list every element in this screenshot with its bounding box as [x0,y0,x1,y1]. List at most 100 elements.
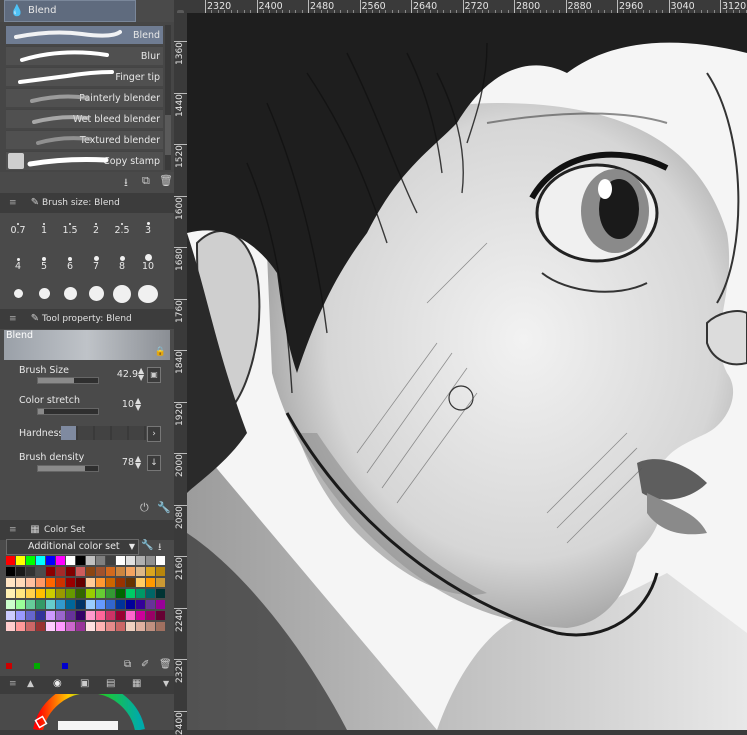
stepper-icon[interactable]: ▲ ▼ [135,455,141,470]
color-swatch[interactable] [116,600,125,609]
color-swatch[interactable] [96,567,105,576]
new-subtool-icon[interactable]: ⧉ [142,174,150,188]
color-swatch[interactable] [76,600,85,609]
color-swatch[interactable] [46,611,55,620]
color-swatch[interactable] [126,622,135,631]
color-circle-tab-icon[interactable]: ◉ [53,678,62,689]
color-swatch[interactable] [146,622,155,631]
brush-size-cell[interactable]: 1 [32,217,56,241]
color-swatch[interactable] [156,589,165,598]
delete-subtool-icon[interactable]: 🗑 [159,174,173,187]
color-swatch[interactable] [116,567,125,576]
color-swatch[interactable] [66,600,75,609]
color-wheel-tab-icon[interactable]: ▲ [27,679,34,689]
brush-size-cell[interactable]: 2.5 [110,217,134,241]
color-swatch[interactable] [76,622,85,631]
grip-icon[interactable]: ≡ [9,679,17,689]
brush-size-cell[interactable]: 10 [136,253,160,277]
color-swatch[interactable] [26,600,35,609]
color-swatch[interactable] [46,622,55,631]
hardness-selector[interactable] [61,426,146,440]
color-swatch[interactable] [116,611,125,620]
brush-size-value[interactable]: 42.9 [108,369,138,380]
subtool-item-copy-stamp[interactable]: Copy stamp [6,151,163,170]
color-swatch[interactable] [6,589,15,598]
wrench-icon[interactable]: 🔧 [157,501,171,514]
color-swatch[interactable] [106,567,115,576]
brush-size-cell[interactable]: 2 [84,217,108,241]
grip-icon[interactable]: ≡ [9,198,17,208]
brush-size-slider[interactable] [37,377,99,384]
copy-subtool-icon[interactable]: ⭳ [124,174,128,193]
color-swatch[interactable] [76,556,85,565]
color-swatch[interactable] [106,589,115,598]
color-swatch[interactable] [56,600,65,609]
color-swatch[interactable] [56,611,65,620]
color-swatch[interactable] [26,578,35,587]
brush-size-cell[interactable] [84,285,108,309]
color-swatch[interactable] [56,578,65,587]
brush-size-cell[interactable]: 6 [58,253,82,277]
color-slider-tab-icon[interactable]: ▣ [80,678,89,689]
color-swatch[interactable] [46,589,55,598]
color-swatch[interactable] [36,556,45,565]
brush-size-cell[interactable]: 5 [32,253,56,277]
color-swatch[interactable] [136,589,145,598]
color-swatch[interactable] [136,556,145,565]
brush-size-panel-header[interactable]: ≡ ✎ Brush size: Blend [0,193,174,213]
color-swatch[interactable] [146,589,155,598]
color-swatch[interactable] [76,611,85,620]
wrench-icon[interactable]: 🔧 [141,540,153,551]
import-icon[interactable]: ⭳ [158,540,162,557]
color-swatch[interactable] [146,567,155,576]
color-swatch[interactable] [96,578,105,587]
color-set-dropdown[interactable]: Additional color set ▼ [6,539,139,555]
canvas[interactable] [187,13,747,730]
color-swatch[interactable] [106,578,115,587]
color-swatch[interactable] [26,611,35,620]
color-swatch[interactable] [156,567,165,576]
color-swatch[interactable] [76,578,85,587]
color-swatch[interactable] [86,622,95,631]
color-swatch[interactable] [126,556,135,565]
color-swatch[interactable] [106,622,115,631]
color-swatch[interactable] [126,611,135,620]
color-swatch[interactable] [46,567,55,576]
color-swatch[interactable] [36,589,45,598]
subtool-item-blend[interactable]: Blend [6,25,163,44]
brush-size-cell[interactable] [32,285,56,309]
color-swatch[interactable] [96,600,105,609]
color-swatch[interactable] [126,578,135,587]
color-swatch[interactable] [96,622,105,631]
color-swatch[interactable] [116,589,125,598]
brush-size-cell[interactable]: 7 [84,253,108,277]
brush-size-cell[interactable] [110,285,134,309]
tool-property-panel-header[interactable]: ≡ ✎ Tool property: Blend [0,309,174,329]
color-swatch[interactable] [136,622,145,631]
subtool-item-painterly-blender[interactable]: Painterly blender [6,88,163,107]
color-chip[interactable] [34,663,40,669]
brush-size-cell[interactable]: 1.5 [58,217,82,241]
color-swatch[interactable] [66,611,75,620]
color-swatch[interactable] [36,622,45,631]
brush-size-cell[interactable]: 8 [110,253,134,277]
color-swatch[interactable] [6,567,15,576]
chevron-right-icon[interactable]: › [147,426,161,442]
color-chip[interactable] [62,663,68,669]
color-swatch[interactable] [86,556,95,565]
color-chip[interactable] [6,663,12,669]
brush-size-cell[interactable]: 4 [6,253,30,277]
subtool-item-finger-tip[interactable]: Finger tip [6,67,163,86]
color-swatch[interactable] [136,578,145,587]
color-swatch[interactable] [156,611,165,620]
color-swatch[interactable] [16,589,25,598]
color-swatch[interactable] [76,589,85,598]
brush-size-cell[interactable]: 0.7 [6,217,30,241]
color-swatch[interactable] [106,556,115,565]
subtool-item-wet-bleed-blender[interactable]: Wet bleed blender [6,109,163,128]
color-swatch[interactable] [86,611,95,620]
color-swatch[interactable] [146,611,155,620]
color-swatch[interactable] [146,600,155,609]
color-stretch-slider[interactable] [37,408,99,415]
subtool-item-textured-blender[interactable]: Textured blender [6,130,163,149]
